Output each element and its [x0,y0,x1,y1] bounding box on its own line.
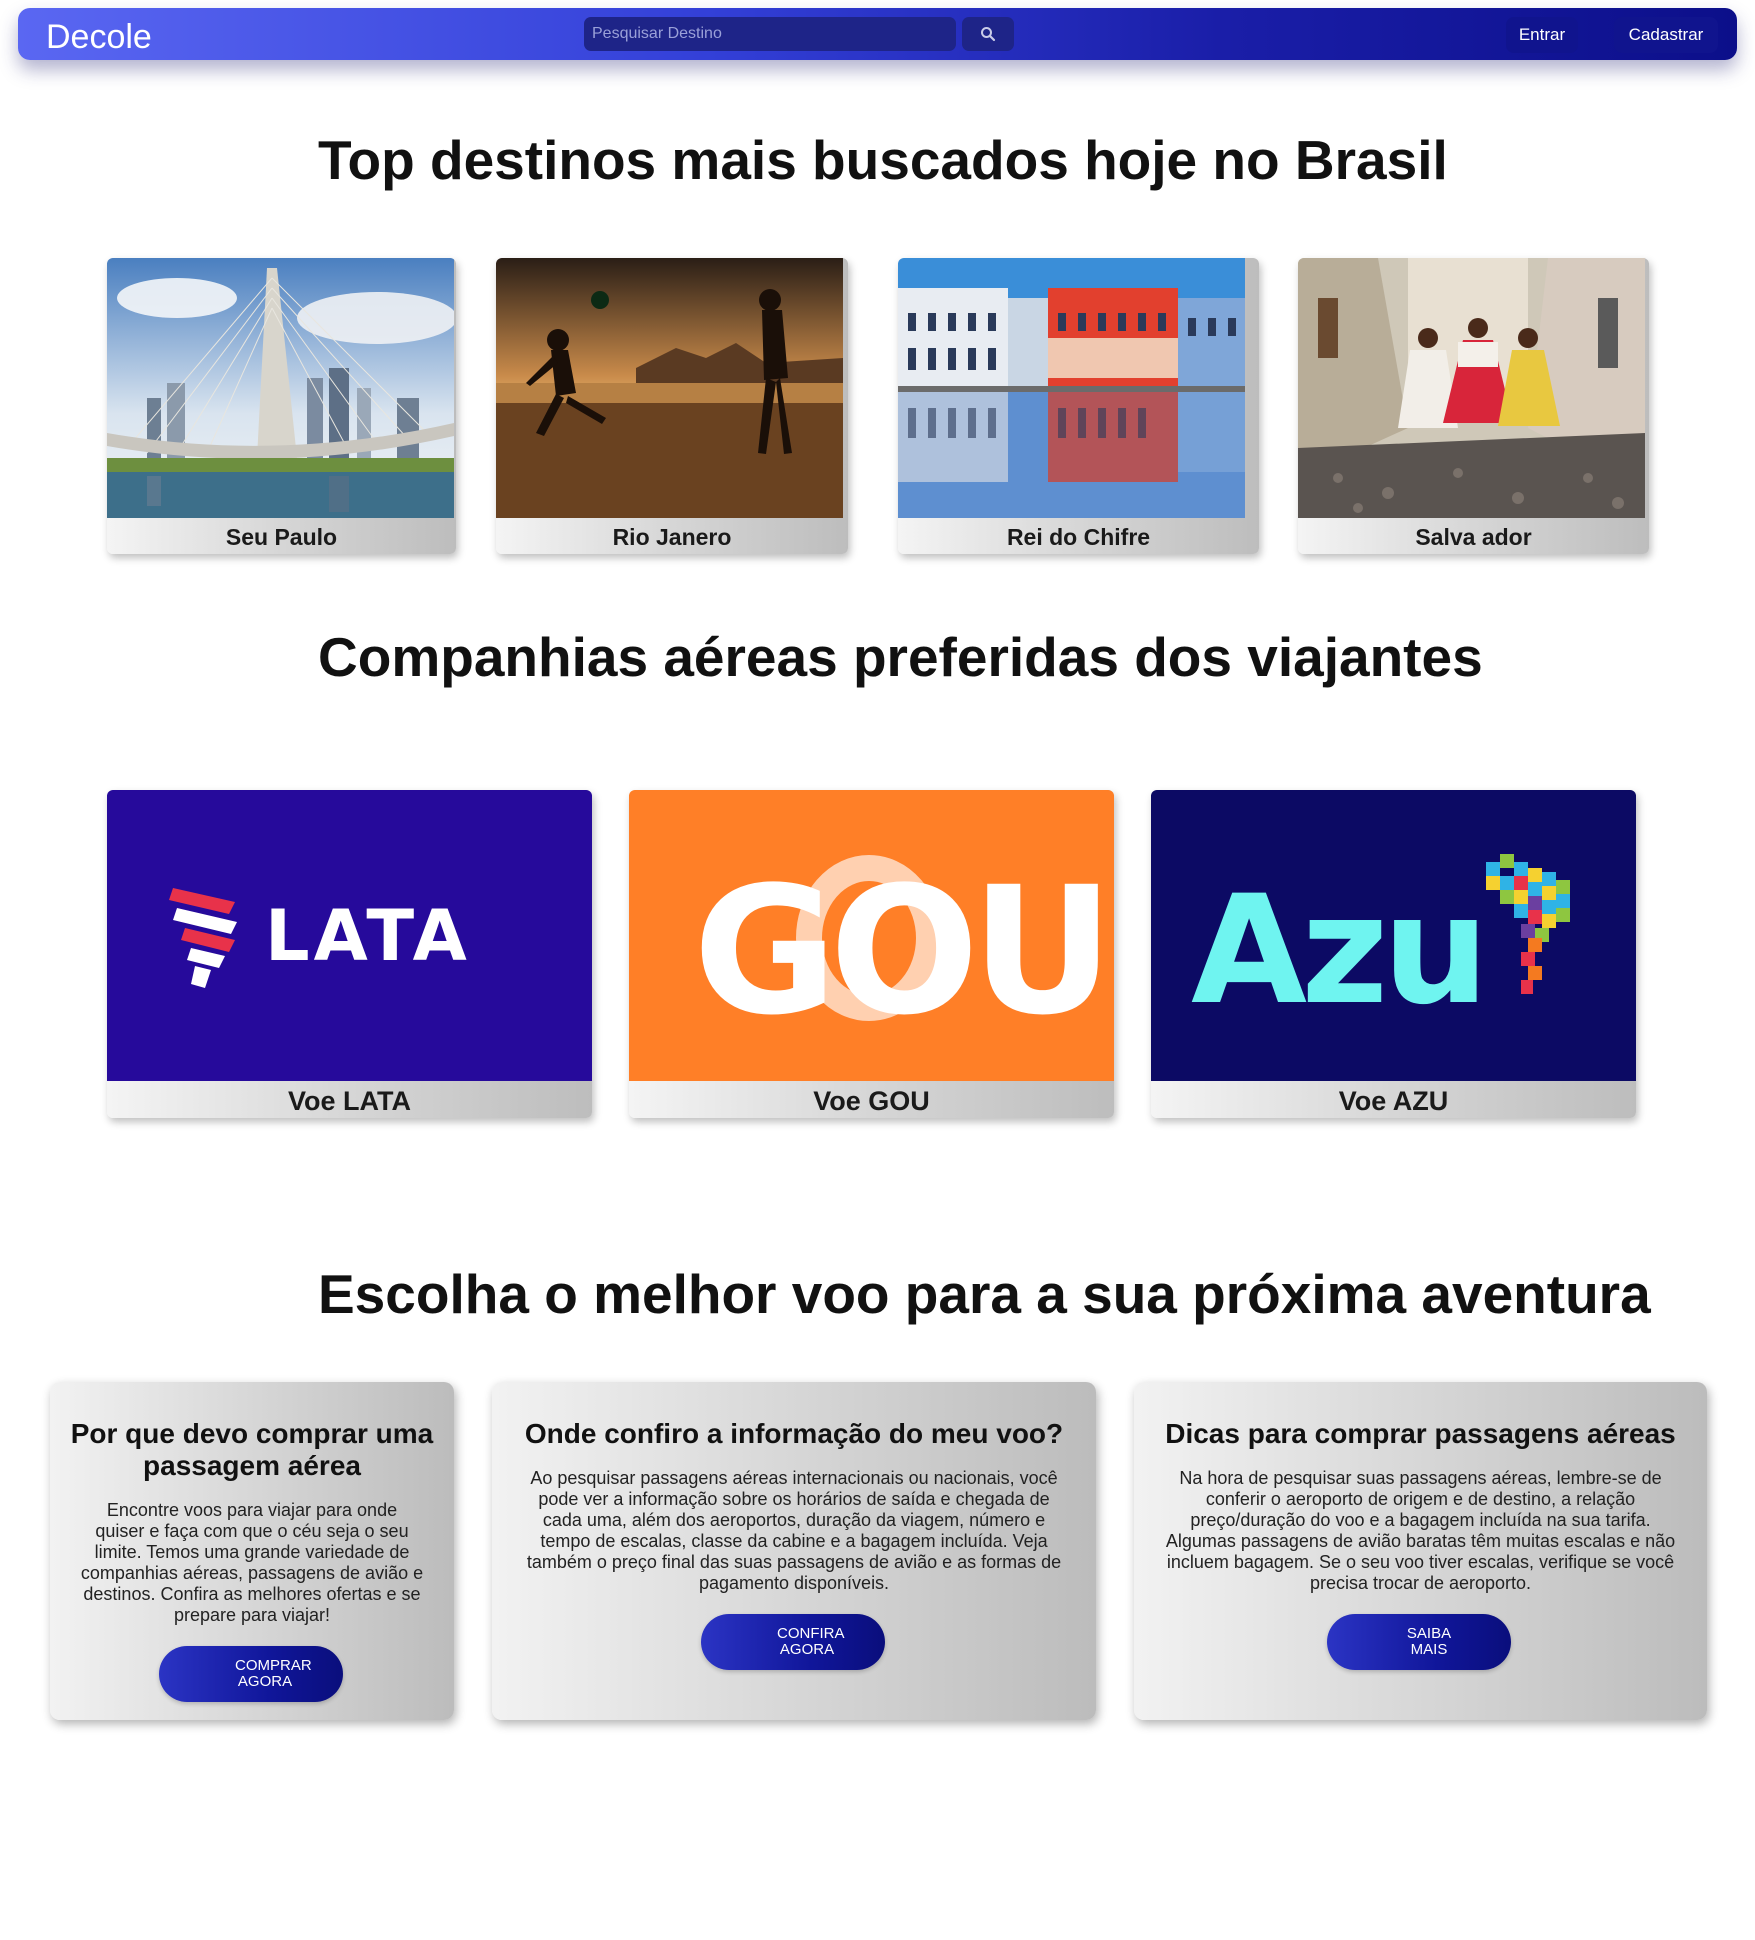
destination-label: Rio Janero [612,524,732,550]
azu-logo: Azu [1151,790,1636,1081]
info-card-title: Por que devo comprar uma passagem aérea [70,1418,434,1481]
airline-card-azu[interactable]: Azu Voe AZU [1151,790,1636,1118]
destination-image-beach [496,258,843,518]
airline-card-gou[interactable]: GOU Voe GOU [629,790,1114,1118]
learn-more-button[interactable]: SAIBA MAIS [1327,1614,1511,1670]
destination-label: Salva ador [1415,524,1532,550]
airline-label: Voe LATA [288,1086,411,1116]
airline-label: Voe GOU [813,1086,930,1116]
destination-card-rio[interactable]: Rio Janero [496,258,848,554]
azu-logo-text: Azu [1191,864,1483,1038]
destination-card-recife[interactable]: Rei do Chifre [898,258,1259,554]
destination-card-sao-paulo[interactable]: Seu Paulo [107,258,456,554]
info-card-text: Ao pesquisar passagens aéreas internacio… [526,1468,1062,1593]
destination-image-bridge [107,258,454,518]
destination-image-street [1298,258,1645,518]
buy-now-button[interactable]: COMPRAR AGORA [159,1646,343,1702]
search-icon [981,27,996,42]
destination-image-colonial [898,258,1245,518]
gou-logo-text: GOU [693,849,1106,1054]
destination-card-salvador[interactable]: Salva ador [1298,258,1649,554]
info-card-tips: Dicas para comprar passagens aéreas Na h… [1134,1382,1707,1720]
destination-label: Rei do Chifre [1006,524,1151,550]
info-card-why-buy: Por que devo comprar uma passagem aérea … [50,1382,454,1720]
airlines-title: Companhias aéreas preferidas dos viajant… [318,626,1483,688]
destination-label: Seu Paulo [225,524,338,550]
gou-logo: GOU [629,790,1114,1081]
search-button[interactable] [962,17,1014,51]
brand-logo[interactable]: Decole [46,18,152,57]
info-card-title: Onde confiro a informação do meu voo? [524,1418,1064,1449]
info-card-text: Encontre voos para viajar para onde quis… [80,1500,424,1625]
lata-logo: LATA [107,790,592,1081]
search-input[interactable] [584,17,956,51]
lata-logo-text: LATA [265,895,471,977]
check-now-button[interactable]: CONFIRA AGORA [701,1614,885,1670]
info-card-flight-info: Onde confiro a informação do meu voo? Ao… [492,1382,1096,1720]
airline-label: Voe AZU [1338,1086,1449,1116]
info-card-text: Na hora de pesquisar suas passagens aére… [1165,1468,1676,1593]
info-title: Escolha o melhor voo para a sua próxima … [318,1263,1651,1325]
signup-button[interactable]: Cadastrar [1614,17,1718,53]
login-button[interactable]: Entrar [1506,17,1578,53]
destinations-title: Top destinos mais buscados hoje no Brasi… [318,129,1448,191]
navbar: Decole Entrar Cadastrar [18,8,1737,60]
info-card-title: Dicas para comprar passagens aéreas [1165,1418,1676,1449]
airline-card-lata[interactable]: LATA Voe LATA [107,790,592,1118]
